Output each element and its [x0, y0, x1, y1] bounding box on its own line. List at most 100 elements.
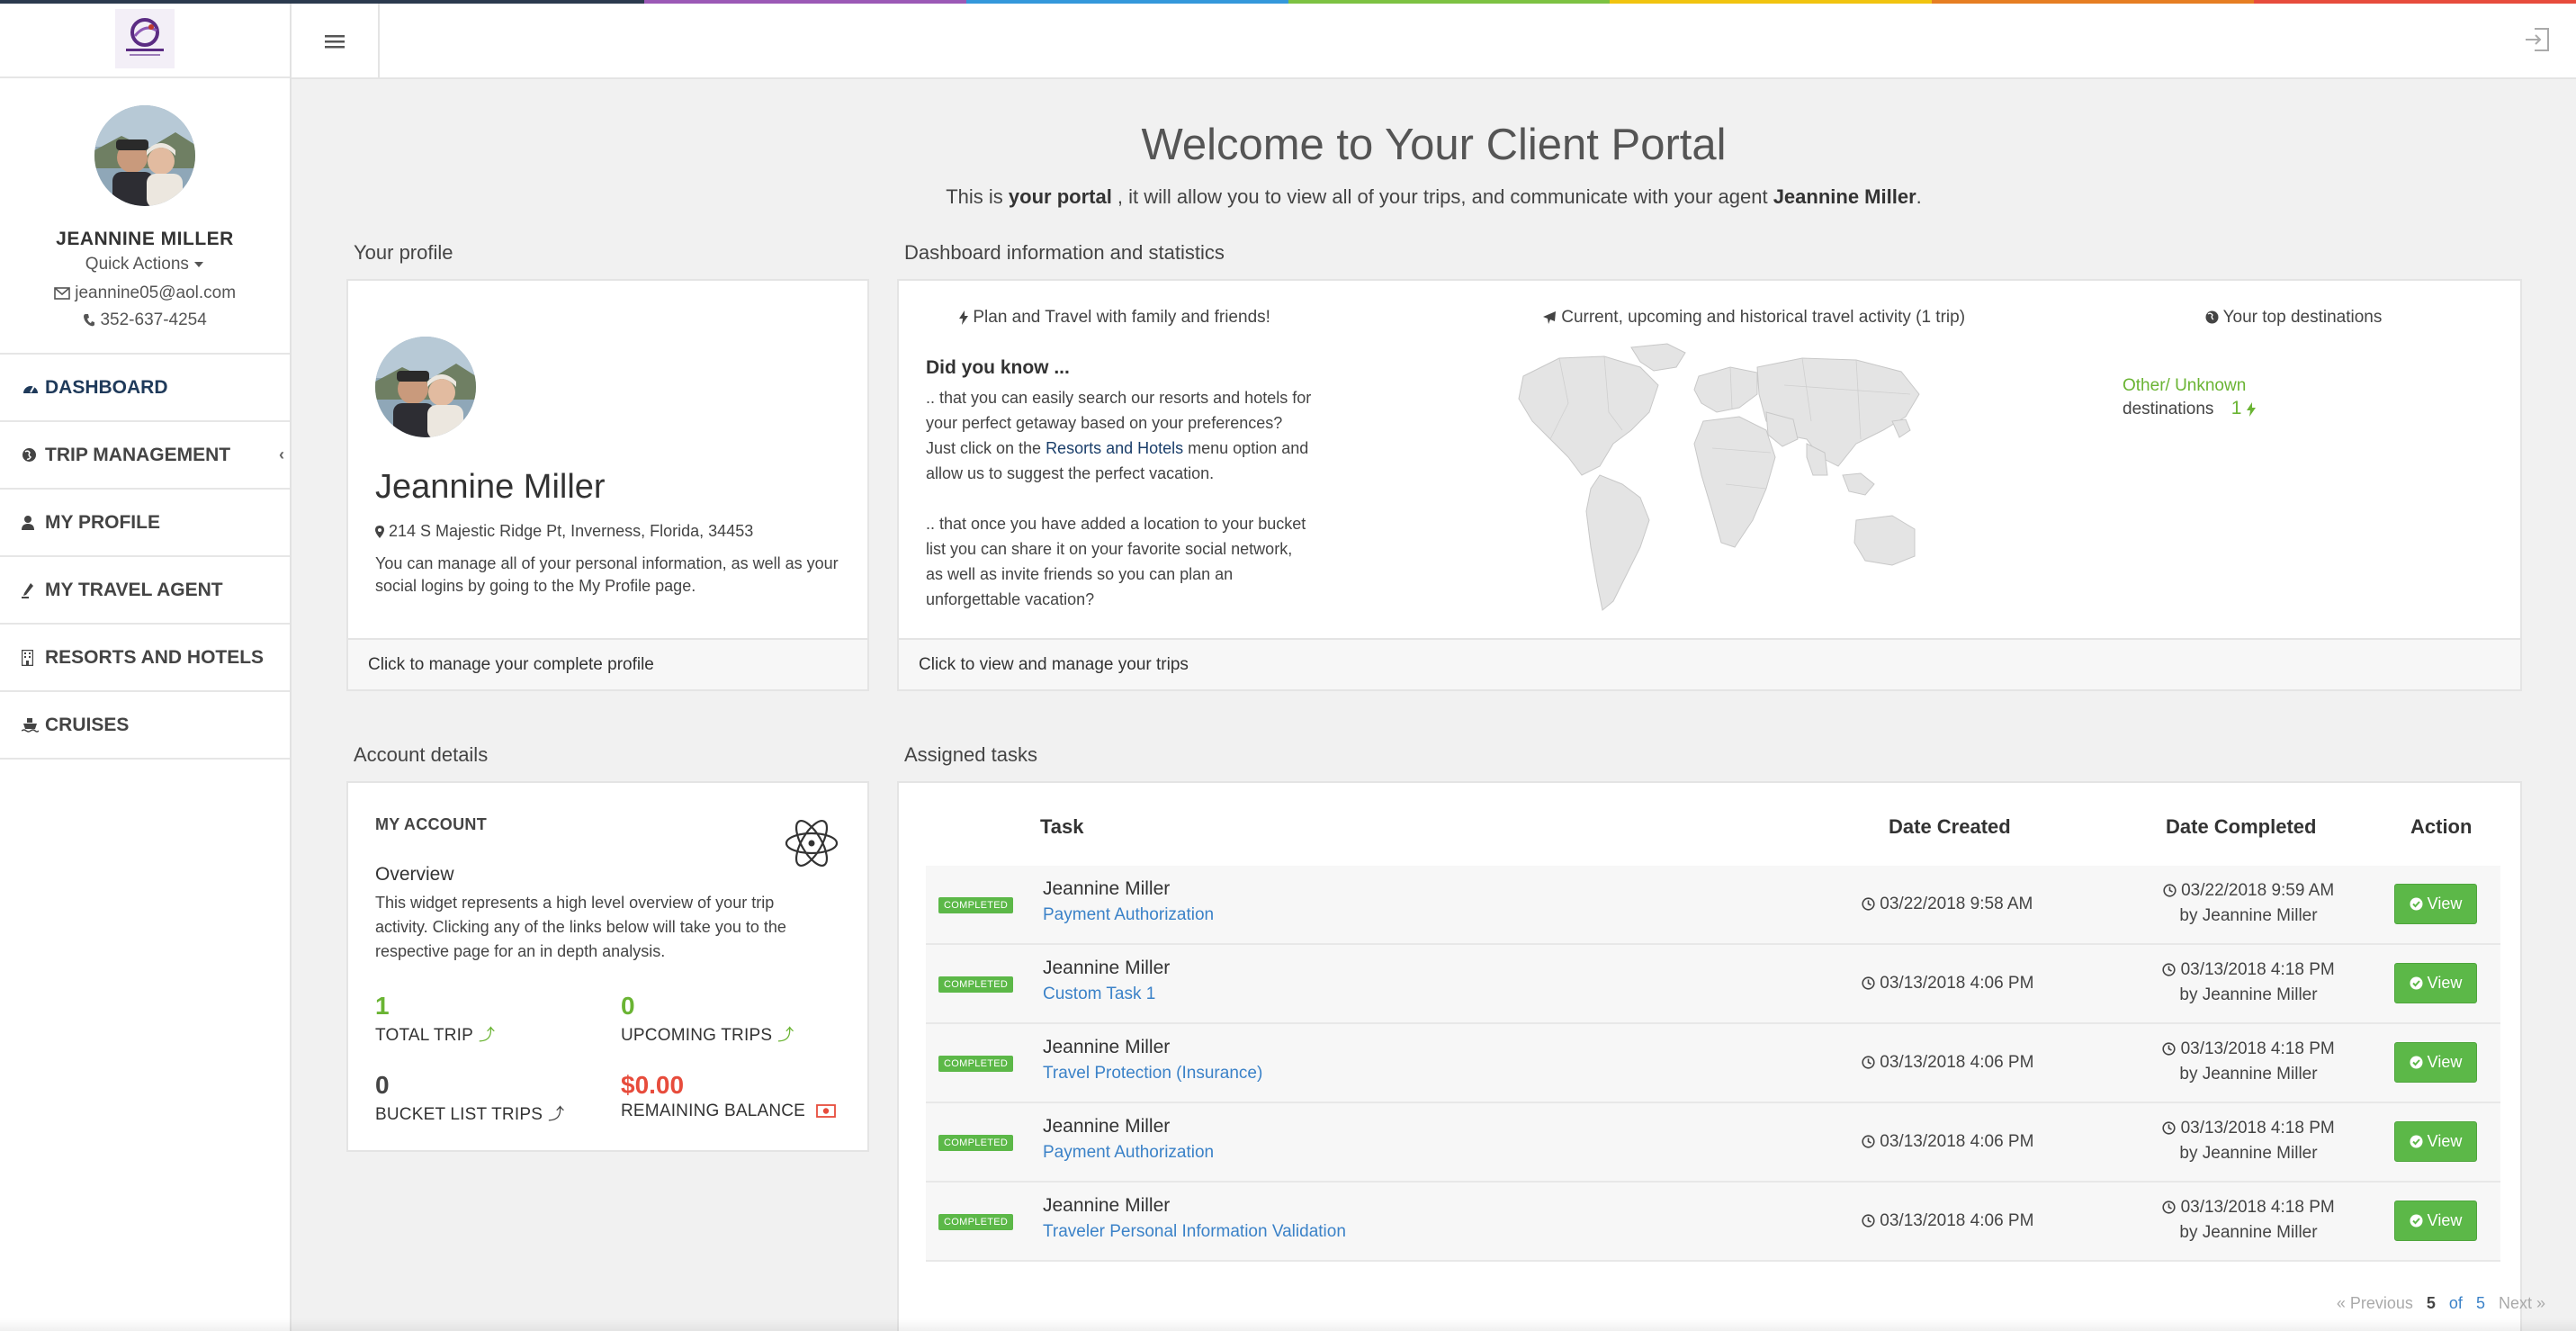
date-created-text: 03/13/2018 4:06 PM	[1880, 1211, 2034, 1230]
remaining-balance-value[interactable]: $0.00	[621, 1071, 684, 1100]
view-task-button[interactable]: View	[2394, 963, 2477, 1003]
check-circle-icon	[2410, 1056, 2423, 1069]
nav-my-profile[interactable]: MY PROFILE	[0, 490, 290, 557]
email-text: jeannine05@aol.com	[75, 283, 237, 302]
task-date-completed: 03/13/2018 4:18 PM by Jeannine Miller	[2150, 1116, 2347, 1166]
check-circle-icon	[2410, 897, 2423, 911]
stats-col2-title: Current, upcoming and historical travel …	[1457, 308, 2051, 328]
total-trip-value[interactable]: 1	[375, 992, 390, 1021]
task-link[interactable]: Payment Authorization	[1043, 1143, 1214, 1163]
date-created-text: 03/13/2018 4:06 PM	[1880, 1132, 2034, 1151]
task-date-created: 03/13/2018 4:06 PM	[1862, 974, 2033, 994]
total-trip-label[interactable]: TOTAL TRIP ⤴	[375, 1022, 495, 1046]
building-icon	[22, 649, 33, 666]
pen-icon	[22, 582, 33, 598]
color-strip-segment	[643, 0, 966, 4]
upcoming-trips-value[interactable]: 0	[621, 992, 635, 1021]
nav-my-travel-agent[interactable]: MY TRAVEL AGENT	[0, 557, 290, 625]
nav-cruises[interactable]: CRUISES	[0, 692, 290, 760]
view-task-button[interactable]: View	[2394, 1121, 2477, 1162]
date-completed-text: 03/13/2018 4:18 PM	[2180, 1039, 2335, 1058]
task-assignee: Jeannine Miller	[1043, 1037, 1171, 1057]
destinations-label: destinations	[2123, 400, 2214, 418]
pagination: « Previous 5 of 5 Next »	[2328, 1294, 2545, 1313]
view-button-label: View	[2427, 1211, 2463, 1229]
avatar[interactable]	[94, 105, 195, 206]
pager-of: of	[2448, 1294, 2463, 1312]
upcoming-trips-label[interactable]: UPCOMING TRIPS ⤴	[621, 1022, 794, 1046]
column-header-date-created[interactable]: Date Created	[1889, 815, 2011, 839]
date-created-text: 03/13/2018 4:06 PM	[1880, 974, 2034, 993]
view-task-button[interactable]: View	[2394, 884, 2477, 924]
nav-cruises-label: CRUISES	[45, 714, 130, 735]
page-subtitle: This is your portal , it will allow you …	[292, 185, 2576, 209]
quick-actions-dropdown[interactable]: Quick Actions	[0, 255, 290, 274]
menu-toggle-button[interactable]	[292, 4, 380, 79]
money-icon	[815, 1104, 836, 1119]
check-circle-icon	[2410, 1135, 2423, 1148]
destination-other-unknown[interactable]: Other/ Unknown	[2123, 376, 2246, 396]
date-completed-text: 03/13/2018 4:18 PM	[2180, 1119, 2335, 1138]
task-link[interactable]: Payment Authorization	[1043, 905, 1214, 925]
task-date-completed: 03/13/2018 4:18 PM by Jeannine Miller	[2150, 1195, 2347, 1246]
my-account-heading: MY ACCOUNT	[375, 815, 487, 833]
nav-trip-management[interactable]: TRIP MANAGEMENT ‹	[0, 422, 290, 490]
clock-icon	[1862, 1214, 1875, 1228]
completed-by: by Jeannine Miller	[2179, 1223, 2318, 1242]
globe-icon	[2205, 310, 2219, 324]
status-badge: COMPLETED	[938, 1214, 1014, 1230]
task-link[interactable]: Traveler Personal Information Validation	[1043, 1222, 1346, 1242]
pager-total-pages[interactable]: 5	[2476, 1294, 2485, 1312]
table-row: COMPLETED Jeannine Miller Payment Authoriz…	[926, 866, 2500, 945]
account-section-title: Account details	[354, 743, 489, 766]
agency-logo-icon[interactable]	[115, 8, 175, 68]
view-task-button[interactable]: View	[2394, 1201, 2477, 1241]
table-row: COMPLETED Jeannine Miller Payment Authoriz…	[926, 1103, 2500, 1183]
bucket-list-label[interactable]: BUCKET LIST TRIPS ⤴	[375, 1102, 564, 1125]
clock-icon	[1862, 1135, 1875, 1149]
map-marker-icon	[375, 526, 384, 539]
column-header-task[interactable]: Task	[1040, 815, 1084, 839]
nav-resorts-and-hotels[interactable]: RESORTS AND HOTELS	[0, 625, 290, 692]
profile-avatar[interactable]	[375, 337, 476, 437]
stats-col2-text: Current, upcoming and historical travel …	[1561, 308, 1966, 327]
tachometer-icon	[23, 385, 38, 393]
world-map	[1518, 343, 1920, 611]
atom-icon	[785, 820, 839, 867]
pager-current-page: 5	[2426, 1294, 2436, 1312]
profile-section-title: Your profile	[354, 241, 453, 264]
profile-address: 214 S Majestic Ridge Pt, Inverness, Flor…	[375, 522, 753, 541]
view-task-button[interactable]: View	[2394, 1042, 2477, 1083]
nav-trip-management-label: TRIP MANAGEMENT	[45, 444, 231, 465]
column-header-date-completed[interactable]: Date Completed	[2166, 815, 2316, 839]
task-link[interactable]: Travel Protection (Insurance)	[1043, 1064, 1262, 1084]
sign-out-icon	[2526, 28, 2549, 51]
level-up-icon: ⤴	[777, 1026, 794, 1044]
clock-icon	[2162, 1201, 2176, 1215]
bucket-list-text: BUCKET LIST TRIPS	[375, 1105, 543, 1124]
view-button-label: View	[2427, 974, 2463, 992]
manage-trips-link[interactable]: Click to view and manage your trips	[899, 638, 2520, 689]
pager-previous[interactable]: « Previous	[2337, 1294, 2413, 1312]
sidebar-user-name: JEANNINE MILLER	[56, 229, 234, 249]
status-badge: COMPLETED	[938, 976, 1014, 993]
nav-my-profile-label: MY PROFILE	[45, 511, 160, 533]
manage-profile-link[interactable]: Click to manage your complete profile	[348, 638, 867, 689]
task-link[interactable]: Custom Task 1	[1043, 985, 1155, 1004]
logout-button[interactable]	[2524, 27, 2551, 57]
remaining-balance-label[interactable]: REMAINING BALANCE	[621, 1102, 836, 1121]
profile-name: Jeannine Miller	[375, 468, 606, 506]
sidebar-phone: 352-637-4254	[0, 310, 290, 330]
globe-icon	[22, 448, 36, 462]
clock-icon	[2162, 1121, 2176, 1136]
column-header-action: Action	[2410, 815, 2473, 838]
nav-dashboard[interactable]: DASHBOARD	[0, 355, 290, 422]
task-assignee: Jeannine Miller	[1043, 958, 1171, 978]
profile-address-text: 214 S Majestic Ridge Pt, Inverness, Flor…	[389, 522, 754, 540]
ship-icon	[22, 718, 39, 733]
task-assignee: Jeannine Miller	[1043, 878, 1171, 899]
pager-next[interactable]: Next »	[2499, 1294, 2545, 1312]
subtitle-text-2: , it will allow you to view all of your …	[1111, 185, 1773, 208]
resorts-and-hotels-link[interactable]: Resorts and Hotels	[1046, 439, 1183, 457]
bucket-list-value[interactable]: 0	[375, 1071, 390, 1100]
